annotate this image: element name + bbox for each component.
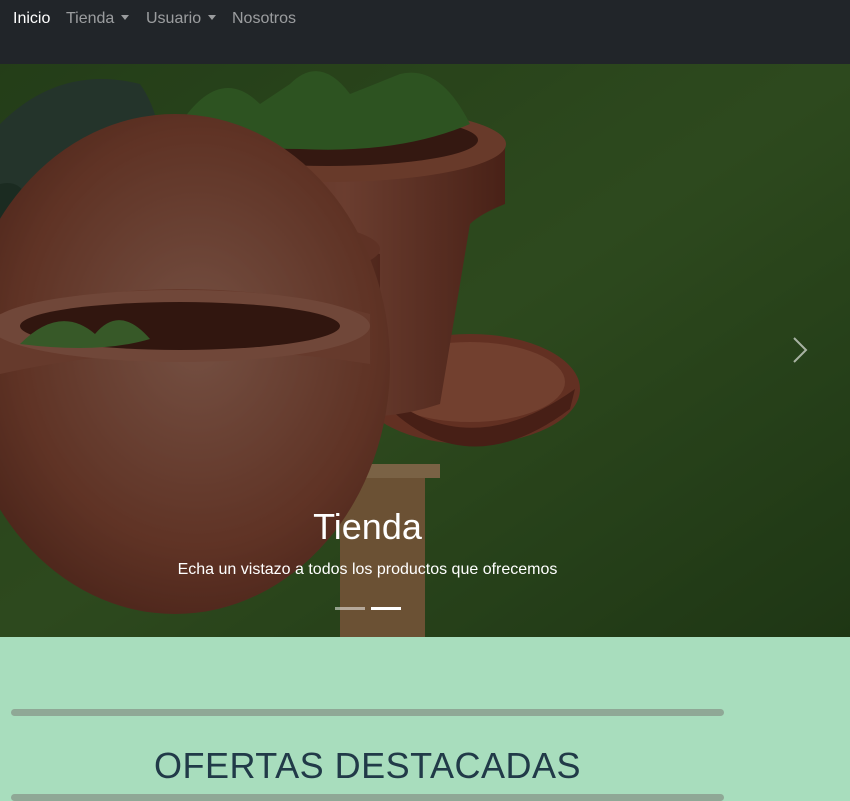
featured-offers-title: OFERTAS DESTACADAS xyxy=(153,745,582,786)
carousel-caption-title: Tienda xyxy=(313,506,422,547)
carousel-next-button[interactable] xyxy=(750,64,850,637)
nav-tienda-label: Tienda xyxy=(66,10,115,27)
nav-inicio[interactable]: Inicio xyxy=(13,10,50,28)
carousel-indicator-2[interactable] xyxy=(371,607,401,610)
divider-top xyxy=(11,709,724,716)
chevron-right-icon xyxy=(793,337,808,363)
featured-offers-section: OFERTAS DESTACADAS xyxy=(0,637,850,801)
carousel-caption-text: Echa un vistazo a todos los productos qu… xyxy=(177,561,558,578)
divider-bottom xyxy=(11,794,724,801)
caret-down-icon xyxy=(208,15,217,20)
nav-usuario-label: Usuario xyxy=(146,10,202,27)
caret-down-icon xyxy=(121,15,130,20)
nav-nosotros[interactable]: Nosotros xyxy=(232,10,296,28)
navbar: Inicio Tienda Usuario Nosotros xyxy=(0,0,850,64)
slide-overlay xyxy=(0,64,850,637)
carousel-indicator-1[interactable] xyxy=(335,607,365,610)
hero-carousel: Tienda Echa un vistazo a todos los produ… xyxy=(0,64,850,637)
nav-tienda-dropdown[interactable]: Tienda xyxy=(66,10,130,28)
nav-usuario-dropdown[interactable]: Usuario xyxy=(146,10,217,28)
